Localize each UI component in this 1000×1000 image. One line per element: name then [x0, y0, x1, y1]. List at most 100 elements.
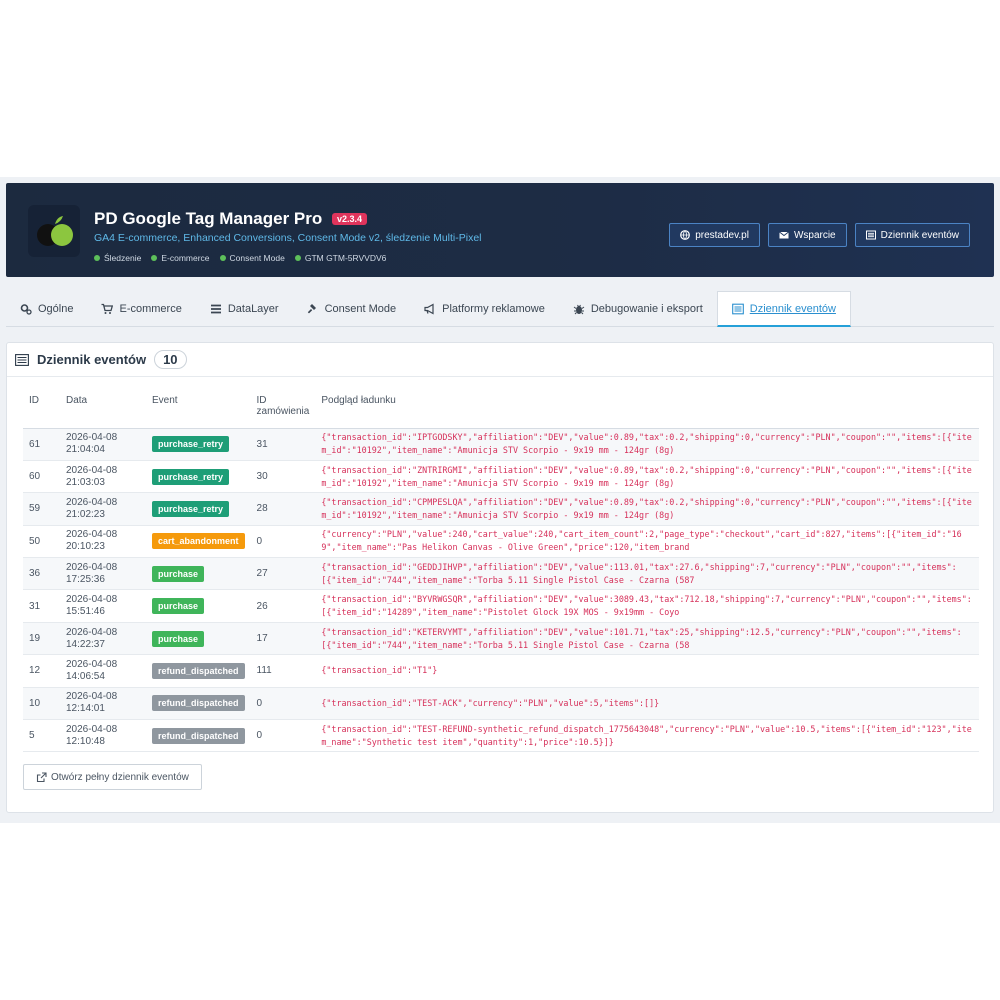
payload-preview: {"transaction_id":"ZNTRIRGMI","affiliati… [321, 464, 972, 488]
row-event: cart_abandonment [146, 525, 251, 559]
row-id: 59 [23, 492, 60, 526]
row-date: 2026-04-08 21:04:04 [60, 428, 146, 461]
table-row[interactable]: 50 2026-04-08 20:10:23 cart_abandonment 0 {"c… [23, 525, 979, 559]
row-payload: {"transaction_id":"TEST-REFUND-synthetic… [315, 719, 979, 753]
column-header-order-id: ID zamówienia [250, 391, 316, 429]
row-date: 2026-04-08 12:14:01 [60, 687, 146, 721]
feature-item: Consent Mode [219, 253, 285, 263]
table-body: 61 2026-04-08 21:04:04 purchase_retry 31 {"tr… [23, 428, 979, 753]
row-payload: {"transaction_id":"KETERVYMT","affiliati… [315, 622, 979, 656]
table-row[interactable]: 12 2026-04-08 14:06:54 refund_dispatched 111… [23, 654, 979, 688]
cart-icon [101, 303, 114, 314]
event-badge: purchase [152, 630, 205, 647]
row-date: 2026-04-08 20:10:23 [60, 525, 146, 559]
row-order-id: 0 [250, 719, 316, 753]
row-order-id: 17 [250, 622, 316, 656]
row-payload: {"transaction_id":"ZNTRIRGMI","affiliati… [315, 460, 979, 494]
feature-item: E-commerce [151, 253, 210, 263]
row-payload: {"transaction_id":"GEDDJIHVP","affiliati… [315, 557, 979, 591]
event-badge: refund_dispatched [152, 662, 245, 679]
row-date: 2026-04-08 21:02:23 [60, 492, 146, 526]
event-count-badge: 10 [154, 350, 187, 369]
list-icon [731, 303, 744, 314]
list-icon [15, 353, 29, 366]
app-window: PD Google Tag Manager Pro v2.3.4 GA4 E-c… [0, 177, 1000, 823]
row-id: 50 [23, 525, 60, 559]
row-order-id: 28 [250, 492, 316, 526]
open-full-log-button[interactable]: Otwórz pełny dziennik eventów [23, 764, 202, 790]
event-log-button[interactable]: Dziennik eventów [854, 223, 970, 247]
row-order-id: 0 [250, 525, 316, 559]
payload-preview: {"transaction_id":"TEST-REFUND-synthetic… [321, 723, 972, 747]
status-dot-icon [94, 255, 100, 261]
status-dot-icon [294, 255, 301, 261]
row-event: purchase [146, 589, 251, 623]
row-order-id: 111 [250, 654, 316, 688]
row-date: 2026-04-08 15:51:46 [60, 589, 146, 623]
list-icon [210, 304, 221, 314]
row-date: 2026-04-08 14:22:37 [60, 622, 146, 656]
bullhorn-icon [424, 303, 434, 315]
envelope-icon [779, 231, 789, 239]
support-button[interactable]: Wsparcie [767, 223, 847, 247]
prestadev-link-button[interactable]: prestadev.pl [669, 223, 760, 247]
tab-general[interactable]: Ogólne [6, 291, 87, 327]
row-order-id: 30 [250, 460, 316, 494]
event-badge: purchase_retry [152, 500, 230, 517]
tab-bar: Ogólne E-commerce DataLayer Consent Mode… [6, 291, 994, 327]
tab-datalayer[interactable]: DataLayer [196, 291, 293, 327]
tab-event-log[interactable]: Dziennik eventów [716, 291, 851, 327]
tab-ecommerce[interactable]: E-commerce [87, 291, 195, 327]
list-icon [865, 230, 876, 240]
row-event: purchase [146, 557, 251, 591]
payload-preview: {"transaction_id":"GEDDJIHVP","affiliati… [321, 561, 957, 585]
table-row[interactable]: 10 2026-04-08 12:14:01 refund_dispatched 0 {"… [23, 687, 979, 721]
row-payload: {"transaction_id":"TEST-ACK","currency":… [315, 687, 979, 721]
row-payload: {"transaction_id":"T1"} [315, 654, 979, 688]
row-payload: {"transaction_id":"BYVRWGSQR","affiliati… [315, 589, 979, 623]
globe-icon [680, 230, 691, 240]
payload-preview: {"transaction_id":"KETERVYMT","affiliati… [321, 626, 962, 650]
row-event: purchase [146, 622, 251, 656]
row-date: 2026-04-08 17:25:36 [60, 557, 146, 591]
header-buttons: prestadev.pl Wsparcie Dziennik eventów [669, 223, 970, 247]
status-dot-icon [151, 255, 158, 261]
column-header-payload: Podgląd ładunku [315, 391, 979, 429]
version-badge: v2.3.4 [332, 213, 368, 225]
tab-consent-mode[interactable]: Consent Mode [293, 291, 411, 327]
payload-preview: {"transaction_id":"T1"} [321, 665, 438, 676]
feature-list: Śledzenie E-commerce Consent Mode GTM GT… [94, 253, 386, 263]
row-id: 10 [23, 687, 60, 721]
row-id: 5 [23, 719, 60, 753]
row-id: 19 [23, 622, 60, 656]
payload-preview: {"transaction_id":"TEST-ACK","currency":… [321, 697, 660, 708]
table-row[interactable]: 59 2026-04-08 21:02:23 purchase_retry 28 {"tr… [23, 492, 979, 526]
row-order-id: 31 [250, 428, 316, 461]
event-table: ID Data Event ID zamówienia Podgląd ładu… [23, 391, 979, 753]
event-log-panel: Dziennik eventów 10 ID Data Event ID zam… [6, 342, 994, 813]
row-date: 2026-04-08 21:03:03 [60, 460, 146, 494]
column-header-event: Event [146, 391, 251, 429]
tab-debug-export[interactable]: Debugowanie i eksport [559, 291, 717, 327]
event-badge: purchase [152, 598, 205, 615]
external-link-icon [36, 771, 47, 782]
gavel-icon [307, 304, 316, 314]
module-logo [28, 205, 80, 257]
row-payload: {"transaction_id":"CPMPESLQA","affiliati… [315, 492, 979, 526]
event-badge: refund_dispatched [152, 727, 245, 744]
row-payload: {"currency":"PLN","value":240,"cart_valu… [315, 525, 979, 559]
table-row[interactable]: 19 2026-04-08 14:22:37 purchase 17 {"transact… [23, 622, 979, 656]
panel-header: Dziennik eventów 10 [7, 343, 993, 377]
status-dot-icon [219, 255, 226, 261]
cogs-icon [20, 304, 32, 315]
table-row[interactable]: 60 2026-04-08 21:03:03 purchase_retry 30 {"tr… [23, 460, 979, 494]
event-badge: cart_abandonment [152, 533, 245, 550]
table-row[interactable]: 61 2026-04-08 21:04:04 purchase_retry 31 {"tr… [23, 428, 979, 461]
row-event: refund_dispatched [146, 654, 251, 688]
table-row[interactable]: 36 2026-04-08 17:25:36 purchase 27 {"transact… [23, 557, 979, 591]
tab-ad-platforms[interactable]: Platformy reklamowe [410, 291, 559, 327]
row-order-id: 26 [250, 589, 316, 623]
row-event: refund_dispatched [146, 687, 251, 721]
table-row[interactable]: 31 2026-04-08 15:51:46 purchase 26 {"transact… [23, 589, 979, 623]
table-row[interactable]: 5 2026-04-08 12:10:48 refund_dispatched 0 {"t… [23, 719, 979, 753]
